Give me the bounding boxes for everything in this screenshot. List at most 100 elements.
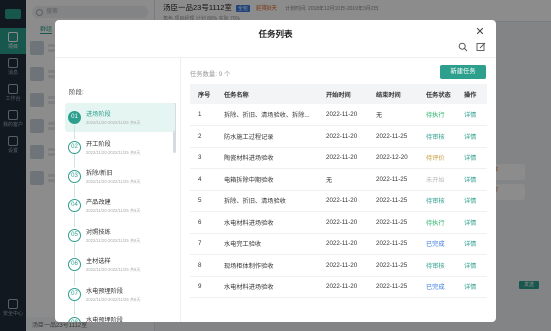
cell-status: 待执行	[418, 104, 456, 126]
cell-end: 2022-11-25	[368, 190, 418, 212]
stage-number: 06	[68, 258, 81, 272]
cell-end: 2022-11-25	[368, 276, 418, 298]
stage-number: 01	[68, 111, 81, 125]
cell-end: 2022-12-20	[368, 147, 418, 169]
table-row: 9 水电材料进场验收 2022-11-20 2022-11-25 已完成 详情	[190, 276, 487, 298]
table-row: 6 水电材料进场验收 2022-11-20 2022-11-25 待执行 详情	[190, 211, 487, 234]
cell-end: 2022-11-25	[368, 254, 418, 277]
cell-end: 2022-11-25	[368, 211, 418, 234]
cell-name: 拆除、折旧、清场验收、拆除...	[216, 104, 318, 126]
cell-no: 2	[190, 125, 216, 148]
column-header-name: 任务名称	[216, 84, 318, 104]
search-icon[interactable]	[458, 42, 468, 52]
stage-date: 2022/11/20-2022/11/25 共6天	[86, 149, 141, 155]
cell-status: 待评价	[418, 147, 456, 169]
close-icon[interactable]: ✕	[474, 26, 486, 38]
cell-start: 2022-11-20	[318, 147, 368, 169]
modal-title: 任务列表	[258, 29, 293, 39]
table-row: 1 拆除、折旧、清场验收、拆除... 2022-11-20 无待执行 详情	[190, 104, 487, 126]
task-count: 任务数量: 9 个	[190, 71, 231, 78]
cell-no: 5	[190, 190, 216, 212]
stage-name: 开工阶段	[86, 140, 111, 148]
cell-start: 2022-11-20	[318, 254, 368, 277]
cell-end: 2022-11-25	[368, 168, 418, 191]
detail-link[interactable]: 详情	[464, 112, 476, 119]
stage-number: 04	[68, 199, 81, 213]
stage-label: 阶段:	[69, 89, 84, 96]
cell-start: 2022-11-20	[318, 104, 368, 126]
detail-link[interactable]: 详情	[464, 198, 476, 205]
cell-status: 未开始	[418, 168, 456, 191]
cell-end: 无	[368, 104, 418, 126]
table-row: 2 防水施工过程记录 2022-11-20 2022-11-25 待审核 详情	[190, 125, 487, 148]
stage-date: 2022/11/20-2022/11/25 共6天	[86, 120, 141, 126]
stage-number: 02	[68, 140, 81, 154]
table-header-row: 序号 任务名称 开始时间 结束时间 任务状态 操作	[190, 84, 487, 104]
table-row: 7 水电完工验收 2022-11-20 2022-11-25 已完成 详情	[190, 233, 487, 255]
stage-item[interactable]: 01 进场阶段 2022/11/20-2022/11/25 共6天	[65, 103, 175, 139]
cell-no: 4	[190, 168, 216, 191]
cell-name: 拆除、折旧、清场验收	[216, 190, 318, 212]
cell-start: 无	[318, 168, 368, 191]
cell-name: 陶瓷材料进场验收	[216, 147, 318, 169]
table-row: 8 现场柜体制作验收 2022-11-20 2022-11-25 待审核 详情	[190, 254, 487, 277]
stage-name: 主材选样	[86, 258, 111, 266]
stage-date: 2022/11/20-2022/11/25 共6天	[86, 237, 141, 243]
cell-no: 3	[190, 147, 216, 169]
detail-link[interactable]: 详情	[464, 177, 476, 184]
detail-link[interactable]: 详情	[464, 263, 476, 270]
cell-status: 待审核	[418, 254, 456, 277]
table-row: 3 陶瓷材料进场验收 2022-11-20 2022-12-20 待评价 详情	[190, 147, 487, 169]
stage-item[interactable]: 06 主材选样 2022/11/20-2022/11/25 共6天	[65, 250, 175, 286]
new-task-button[interactable]: 新建任务	[440, 65, 486, 79]
stage-name: 进场阶段	[86, 111, 111, 119]
cell-no: 7	[190, 233, 216, 255]
task-list-modal: 任务列表 ✕ 阶段: 01 进场阶段 2022/11/20-2022/11/25 共…	[55, 20, 496, 322]
cell-end: 2022-11-25	[368, 233, 418, 255]
detail-link[interactable]: 详情	[464, 241, 476, 248]
stage-number: 08	[68, 316, 81, 322]
cell-name: 电箱拆除中期验收	[216, 168, 318, 191]
cell-name: 防水施工过程记录	[216, 125, 318, 148]
stage-item[interactable]: 04 产品改建 2022/11/20-2022/11/25 共6天	[65, 191, 175, 228]
column-header-operation: 操作	[456, 84, 487, 104]
stage-name: 对照技练	[86, 228, 111, 236]
stage-name: 拆除/新旧	[86, 169, 113, 177]
detail-link[interactable]: 详情	[464, 155, 476, 162]
detail-link[interactable]: 详情	[464, 284, 476, 291]
edit-icon[interactable]	[476, 42, 486, 52]
cell-status: 待审核	[418, 190, 456, 212]
stage-list: 01 进场阶段 2022/11/20-2022/11/25 共6天 02 开工阶段 202…	[65, 103, 175, 322]
cell-name: 水电完工验收	[216, 233, 318, 255]
stage-date: 2022/11/20-2022/11/25 共6天	[86, 178, 141, 184]
stage-number: 07	[68, 287, 81, 301]
stage-item[interactable]: 05 对照技练 2022/11/20-2022/11/25 共6天	[65, 221, 175, 257]
table-row: 4 电箱拆除中期验收无 2022-11-25 未开始 详情	[190, 168, 487, 191]
stage-number: 03	[68, 169, 81, 183]
cell-name: 水电材料进场验收	[216, 211, 318, 234]
cell-name: 现场柜体制作验收	[216, 254, 318, 277]
task-panel: 任务数量: 9 个 新建任务 序号 任务名称 开始时间 结束时间 任务状态 操作…	[182, 58, 496, 322]
cell-status: 待执行	[418, 211, 456, 234]
column-header-no: 序号	[190, 84, 216, 104]
stage-item[interactable]: 07 水电预埋阶段 2022/11/20-2022/11/25 共6天	[65, 279, 175, 316]
cell-start: 2022-11-20	[318, 211, 368, 234]
stage-item[interactable]: 02 开工阶段 2022/11/20-2022/11/25 共6天	[65, 132, 175, 169]
stage-date: 2022/11/20-2022/11/25 共6天	[86, 208, 141, 214]
detail-link[interactable]: 详情	[464, 220, 476, 227]
detail-link[interactable]: 详情	[464, 134, 476, 141]
stage-panel: 阶段: 01 进场阶段 2022/11/20-2022/11/25 共6天 02 开工阶…	[55, 58, 181, 322]
cell-name: 水电材料进场验收	[216, 276, 318, 298]
cell-no: 8	[190, 254, 216, 277]
column-header-end: 结束时间	[368, 84, 418, 104]
stage-name: 水电预埋阶段	[86, 287, 124, 295]
cell-no: 6	[190, 211, 216, 234]
column-header-start: 开始时间	[318, 84, 368, 104]
column-header-status: 任务状态	[418, 84, 456, 104]
cell-start: 2022-11-20	[318, 190, 368, 212]
stage-date: 2022/11/20-2022/11/25 共6天	[86, 267, 141, 273]
stage-item[interactable]: 03 拆除/新旧 2022/11/20-2022/11/25 共6天	[65, 162, 175, 198]
stage-number: 05	[68, 228, 81, 242]
table-row: 5 拆除、折旧、清场验收 2022-11-20 2022-11-25 待审核 详情	[190, 190, 487, 212]
stage-item[interactable]: 08水电预埋阶段2022/11/20-2022/11/25 共6天	[65, 309, 175, 322]
